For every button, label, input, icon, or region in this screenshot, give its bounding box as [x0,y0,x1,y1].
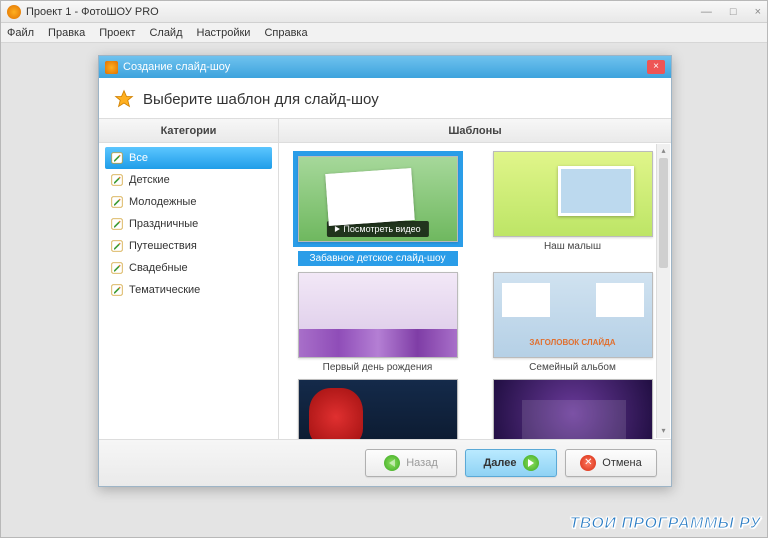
menu-item-3[interactable]: Слайд [149,27,182,39]
categories-list: Все Детские Молодежные Праздничные Путешеств… [99,143,278,439]
dialog-titlebar: Создание слайд-шоу × [99,56,671,78]
category-item[interactable]: Молодежные [105,191,272,213]
main-window: Проект 1 - ФотоШОУ PRO — □ × Файл Правка П… [0,0,768,538]
thumb-caption: ЗАГОЛОВОК СЛАЙДА [494,338,652,347]
star-icon [113,88,135,110]
category-label: Тематические [129,284,200,296]
dialog-header: Выберите шаблон для слайд-шоу [99,78,671,118]
templates-scroll: Посмотреть видео Забавное детское слайд-ш… [279,143,671,439]
watermark: ТВОИ ПРОГРАММЫ РУ [570,515,762,533]
menu-item-4[interactable]: Настройки [197,27,251,39]
cancel-button-label: Отмена [602,457,641,469]
template-thumb: Посмотреть видео [298,156,458,242]
template-item[interactable] [285,379,470,439]
template-thumb: ЗАГОЛОВОК СЛАЙДА [493,272,653,358]
template-item[interactable]: Наш малыш [480,151,665,266]
cancel-icon: ✕ [580,455,596,471]
watch-video-button[interactable]: Посмотреть видео [326,221,428,237]
template-thumb [298,379,458,439]
pencil-icon [111,152,123,164]
dialog-close-button[interactable]: × [647,60,665,74]
minimize-button[interactable]: — [701,6,712,18]
menu-item-0[interactable]: Файл [7,27,34,39]
window-controls: — □ × [701,6,761,18]
category-item[interactable]: Все [105,147,272,169]
dialog-heading: Выберите шаблон для слайд-шоу [143,91,379,108]
category-item[interactable]: Детские [105,169,272,191]
next-button[interactable]: Далее [465,449,557,477]
templates-panel: Шаблоны Посмотреть видео Забавное детское… [279,119,671,439]
templates-header: Шаблоны [279,119,671,143]
template-item[interactable]: Посмотреть видео Забавное детское слайд-ш… [285,151,470,266]
category-label: Свадебные [129,262,188,274]
back-button-label: Назад [406,457,438,469]
template-label: Наш малыш [493,241,653,252]
pencil-icon [111,284,123,296]
category-item[interactable]: Тематические [105,279,272,301]
pencil-icon [111,174,123,186]
category-item[interactable]: Свадебные [105,257,272,279]
category-label: Молодежные [129,196,196,208]
template-thumb [493,151,653,237]
template-thumb [298,272,458,358]
dialog-body: Категории Все Детские Молодежные Праздничны… [99,118,671,440]
scroll-down-icon[interactable]: ▾ [657,424,670,438]
app-icon [7,5,21,19]
maximize-button[interactable]: □ [730,6,737,18]
category-item[interactable]: Путешествия [105,235,272,257]
next-button-label: Далее [483,457,516,469]
template-item[interactable]: ЗАГОЛОВОК СЛАЙДА Семейный альбом [480,272,665,373]
template-item[interactable]: Первый день рождения [285,272,470,373]
categories-panel: Категории Все Детские Молодежные Праздничны… [99,119,279,439]
template-label: Первый день рождения [298,362,458,373]
template-label: Семейный альбом [493,362,653,373]
category-label: Праздничные [129,218,198,230]
titlebar: Проект 1 - ФотоШОУ PRO — □ × [1,1,767,23]
pencil-icon [111,196,123,208]
categories-header: Категории [99,119,278,143]
watch-video-label: Посмотреть видео [343,224,420,234]
dialog-icon [105,61,118,74]
cancel-button[interactable]: ✕ Отмена [565,449,657,477]
menu-item-2[interactable]: Проект [99,27,135,39]
pencil-icon [111,262,123,274]
template-item[interactable] [480,379,665,439]
workspace: Создание слайд-шоу × Выберите шаблон для… [1,43,767,537]
window-title: Проект 1 - ФотоШОУ PRO [26,6,159,18]
templates-grid: Посмотреть видео Забавное детское слайд-ш… [285,151,665,439]
category-label: Путешествия [129,240,197,252]
arrow-right-icon [523,455,539,471]
template-label: Забавное детское слайд-шоу [298,251,458,266]
dialog-title: Создание слайд-шоу [123,61,230,73]
scrollbar[interactable]: ▴ ▾ [656,144,670,438]
back-button[interactable]: Назад [365,449,457,477]
template-thumb [493,379,653,439]
menubar: Файл Правка Проект Слайд Настройки Справка [1,23,767,43]
close-button[interactable]: × [755,6,761,18]
create-slideshow-dialog: Создание слайд-шоу × Выберите шаблон для… [98,55,672,487]
pencil-icon [111,240,123,252]
scroll-thumb[interactable] [659,158,668,268]
play-icon [334,226,339,232]
menu-item-5[interactable]: Справка [264,27,307,39]
menu-item-1[interactable]: Правка [48,27,85,39]
arrow-left-icon [384,455,400,471]
category-label: Детские [129,174,170,186]
dialog-footer: Назад Далее ✕ Отмена [99,440,671,486]
category-item[interactable]: Праздничные [105,213,272,235]
scroll-up-icon[interactable]: ▴ [657,144,670,158]
pencil-icon [111,218,123,230]
category-label: Все [129,152,148,164]
